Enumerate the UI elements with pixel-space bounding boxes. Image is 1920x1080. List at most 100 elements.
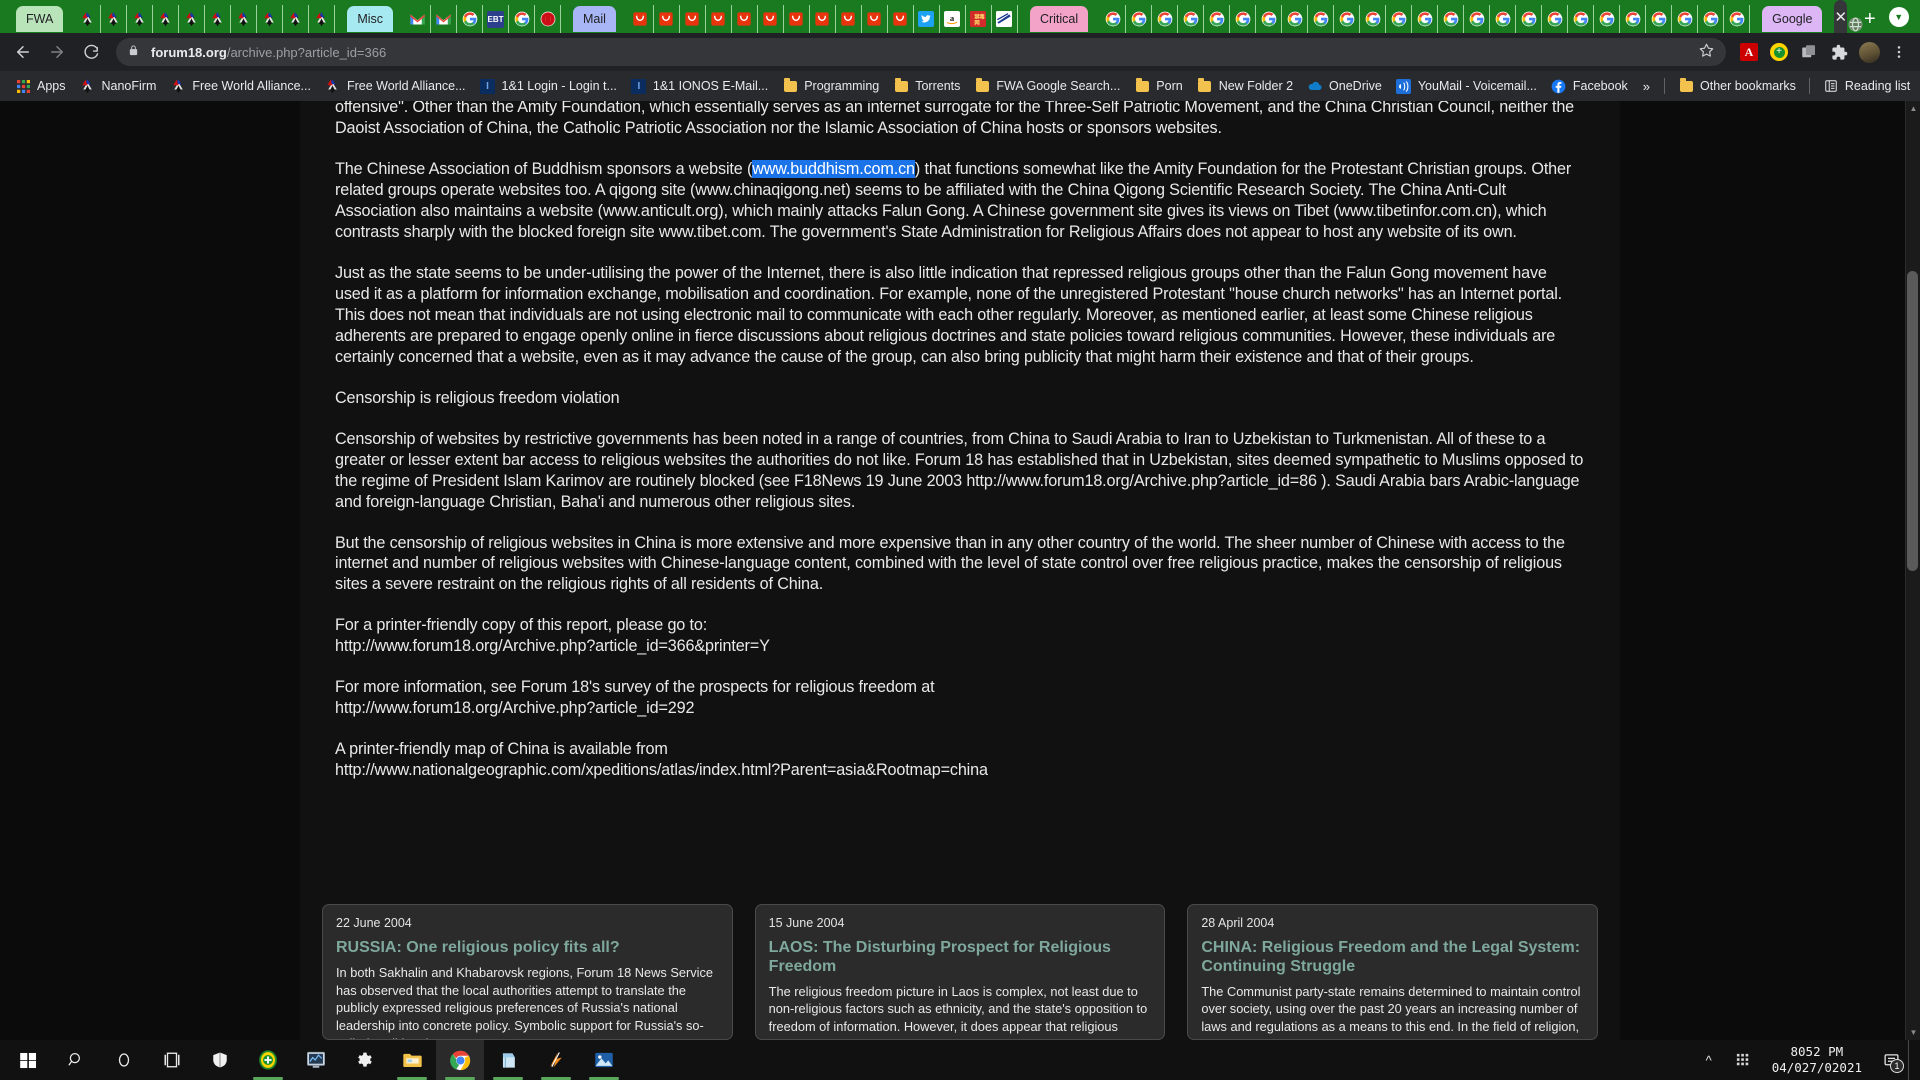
browser-tab[interactable] <box>1100 5 1126 33</box>
selected-text[interactable]: www.buddhism.com.cn <box>752 160 915 178</box>
extension-tile-icon[interactable] <box>1794 37 1824 67</box>
bookmark-item[interactable]: Free World Alliance... <box>318 75 473 97</box>
puzzle-extensions-icon[interactable] <box>1824 37 1854 67</box>
map-url[interactable]: http://www.nationalgeographic.com/xpedit… <box>335 760 1585 781</box>
taskbar-search-button[interactable] <box>52 1040 100 1080</box>
browser-tab[interactable] <box>836 5 862 33</box>
bookmark-item[interactable]: Torrents <box>886 75 967 97</box>
browser-tab[interactable] <box>1152 5 1178 33</box>
browser-tab[interactable] <box>810 5 836 33</box>
taskbar-photos-app[interactable] <box>580 1040 628 1080</box>
taskbar-settings-app[interactable] <box>340 1040 388 1080</box>
card-title-link[interactable]: LAOS: The Disturbing Prospect for Religi… <box>769 939 1152 977</box>
browser-tab[interactable] <box>509 5 535 33</box>
browser-tab[interactable]: EBT <box>483 5 509 33</box>
taskbar-store-app[interactable] <box>484 1040 532 1080</box>
forward-button[interactable] <box>40 35 74 69</box>
bookmark-item[interactable]: New Folder 2 <box>1190 75 1300 97</box>
bookmarks-overflow-button[interactable]: » <box>1635 76 1658 97</box>
browser-tab[interactable] <box>1386 5 1412 33</box>
bookmark-star-icon[interactable] <box>1699 43 1714 62</box>
browser-tab[interactable] <box>283 5 309 33</box>
scroll-up-arrow[interactable]: ▲ <box>1906 101 1920 116</box>
taskbar-monitor-app[interactable] <box>292 1040 340 1080</box>
browser-tab[interactable] <box>1594 5 1620 33</box>
browser-tab[interactable] <box>1646 5 1672 33</box>
tab-group-misc[interactable]: Misc <box>338 5 402 33</box>
browser-tab[interactable] <box>1438 5 1464 33</box>
browser-tab[interactable] <box>101 5 127 33</box>
browser-tab[interactable] <box>862 5 888 33</box>
browser-tab[interactable] <box>179 5 205 33</box>
browser-tab[interactable] <box>1724 5 1750 33</box>
browser-tab[interactable] <box>1672 5 1698 33</box>
bookmark-item[interactable]: Apps <box>8 75 73 97</box>
profile-chip-icon[interactable]: ▼ <box>1876 0 1920 33</box>
browser-tab[interactable] <box>1360 5 1386 33</box>
tab-group-critical[interactable]: Critical <box>1021 5 1097 33</box>
address-bar[interactable]: forum18.org/archive.php?article_id=366 <box>116 38 1726 66</box>
browser-tab[interactable] <box>1178 5 1204 33</box>
other-bookmarks-button[interactable]: Other bookmarks <box>1671 75 1803 97</box>
active-tab[interactable]: ✕ <box>1834 0 1847 33</box>
browser-tab[interactable] <box>1464 5 1490 33</box>
related-article-card[interactable]: 22 June 2004RUSSIA: One religious policy… <box>322 904 733 1040</box>
taskbar-file-explorer[interactable] <box>388 1040 436 1080</box>
browser-tab[interactable] <box>888 5 914 33</box>
network-icon[interactable] <box>1726 1040 1760 1080</box>
browser-tab[interactable] <box>1620 5 1646 33</box>
system-tray[interactable]: ^ 8052 PM 04/027/02021 1 <box>1692 1040 1920 1080</box>
browser-tab[interactable] <box>431 5 457 33</box>
back-button[interactable] <box>6 35 40 69</box>
taskbar-windows-security[interactable] <box>196 1040 244 1080</box>
browser-tab[interactable] <box>1204 5 1230 33</box>
browser-tab[interactable] <box>628 5 654 33</box>
browser-tab[interactable] <box>732 5 758 33</box>
browser-tab[interactable] <box>914 5 940 33</box>
notifications-button[interactable]: 1 <box>1874 1040 1908 1080</box>
browser-tab[interactable] <box>680 5 706 33</box>
browser-tab[interactable] <box>1847 16 1864 33</box>
browser-tab[interactable] <box>1126 5 1152 33</box>
browser-tab[interactable]: 禁毒网 <box>966 5 992 33</box>
bookmark-item[interactable]: OneDrive <box>1300 75 1389 97</box>
adobe-acrobat-icon[interactable]: A <box>1734 37 1764 67</box>
related-article-card[interactable]: 28 April 2004CHINA: Religious Freedom an… <box>1187 904 1598 1040</box>
browser-tab[interactable] <box>784 5 810 33</box>
more-info-url[interactable]: http://www.forum18.org/Archive.php?artic… <box>335 698 1585 719</box>
profile-avatar-icon[interactable] <box>1854 37 1884 67</box>
bookmark-item[interactable]: Facebook <box>1544 75 1635 97</box>
tray-overflow-icon[interactable]: ^ <box>1692 1040 1726 1080</box>
browser-tab[interactable] <box>1334 5 1360 33</box>
windows-taskbar[interactable]: ^ 8052 PM 04/027/02021 1 <box>0 1040 1920 1080</box>
bookmark-item[interactable]: I1&1 Login - Login t... <box>473 75 624 97</box>
taskbar-cortana-button[interactable] <box>100 1040 148 1080</box>
bookmark-item[interactable]: FWA Google Search... <box>967 75 1127 97</box>
bookmark-item[interactable]: YouMail - Voicemail... <box>1389 75 1544 97</box>
browser-tab[interactable] <box>1282 5 1308 33</box>
browser-tab[interactable] <box>231 5 257 33</box>
taskbar-clock[interactable]: 8052 PM 04/027/02021 <box>1760 1044 1874 1076</box>
taskbar-task-view-button[interactable] <box>148 1040 196 1080</box>
browser-tab[interactable] <box>992 5 1018 33</box>
bookmark-item[interactable]: I1&1 IONOS E-Mail... <box>624 75 775 97</box>
bookmark-item[interactable]: Programming <box>775 75 886 97</box>
scrollbar-thumb[interactable] <box>1907 271 1918 571</box>
browser-tab[interactable] <box>1412 5 1438 33</box>
show-desktop-button[interactable] <box>1908 1040 1914 1080</box>
browser-tab[interactable] <box>654 5 680 33</box>
browser-tab[interactable] <box>127 5 153 33</box>
reload-button[interactable] <box>74 35 108 69</box>
printer-friendly-url[interactable]: http://www.forum18.org/Archive.php?artic… <box>335 636 1585 657</box>
browser-tab[interactable] <box>1230 5 1256 33</box>
browser-tab[interactable] <box>153 5 179 33</box>
tab-group-google[interactable]: Google <box>1753 5 1831 33</box>
browser-tab[interactable] <box>758 5 784 33</box>
browser-tab[interactable] <box>309 5 335 33</box>
bookmark-item[interactable]: Porn <box>1127 75 1189 97</box>
browser-tab[interactable] <box>535 5 561 33</box>
browser-tab[interactable] <box>405 5 431 33</box>
taskbar-winamp-app[interactable] <box>532 1040 580 1080</box>
browser-tab[interactable] <box>1308 5 1334 33</box>
page-scrollbar[interactable]: ▲ ▼ <box>1905 101 1920 1040</box>
